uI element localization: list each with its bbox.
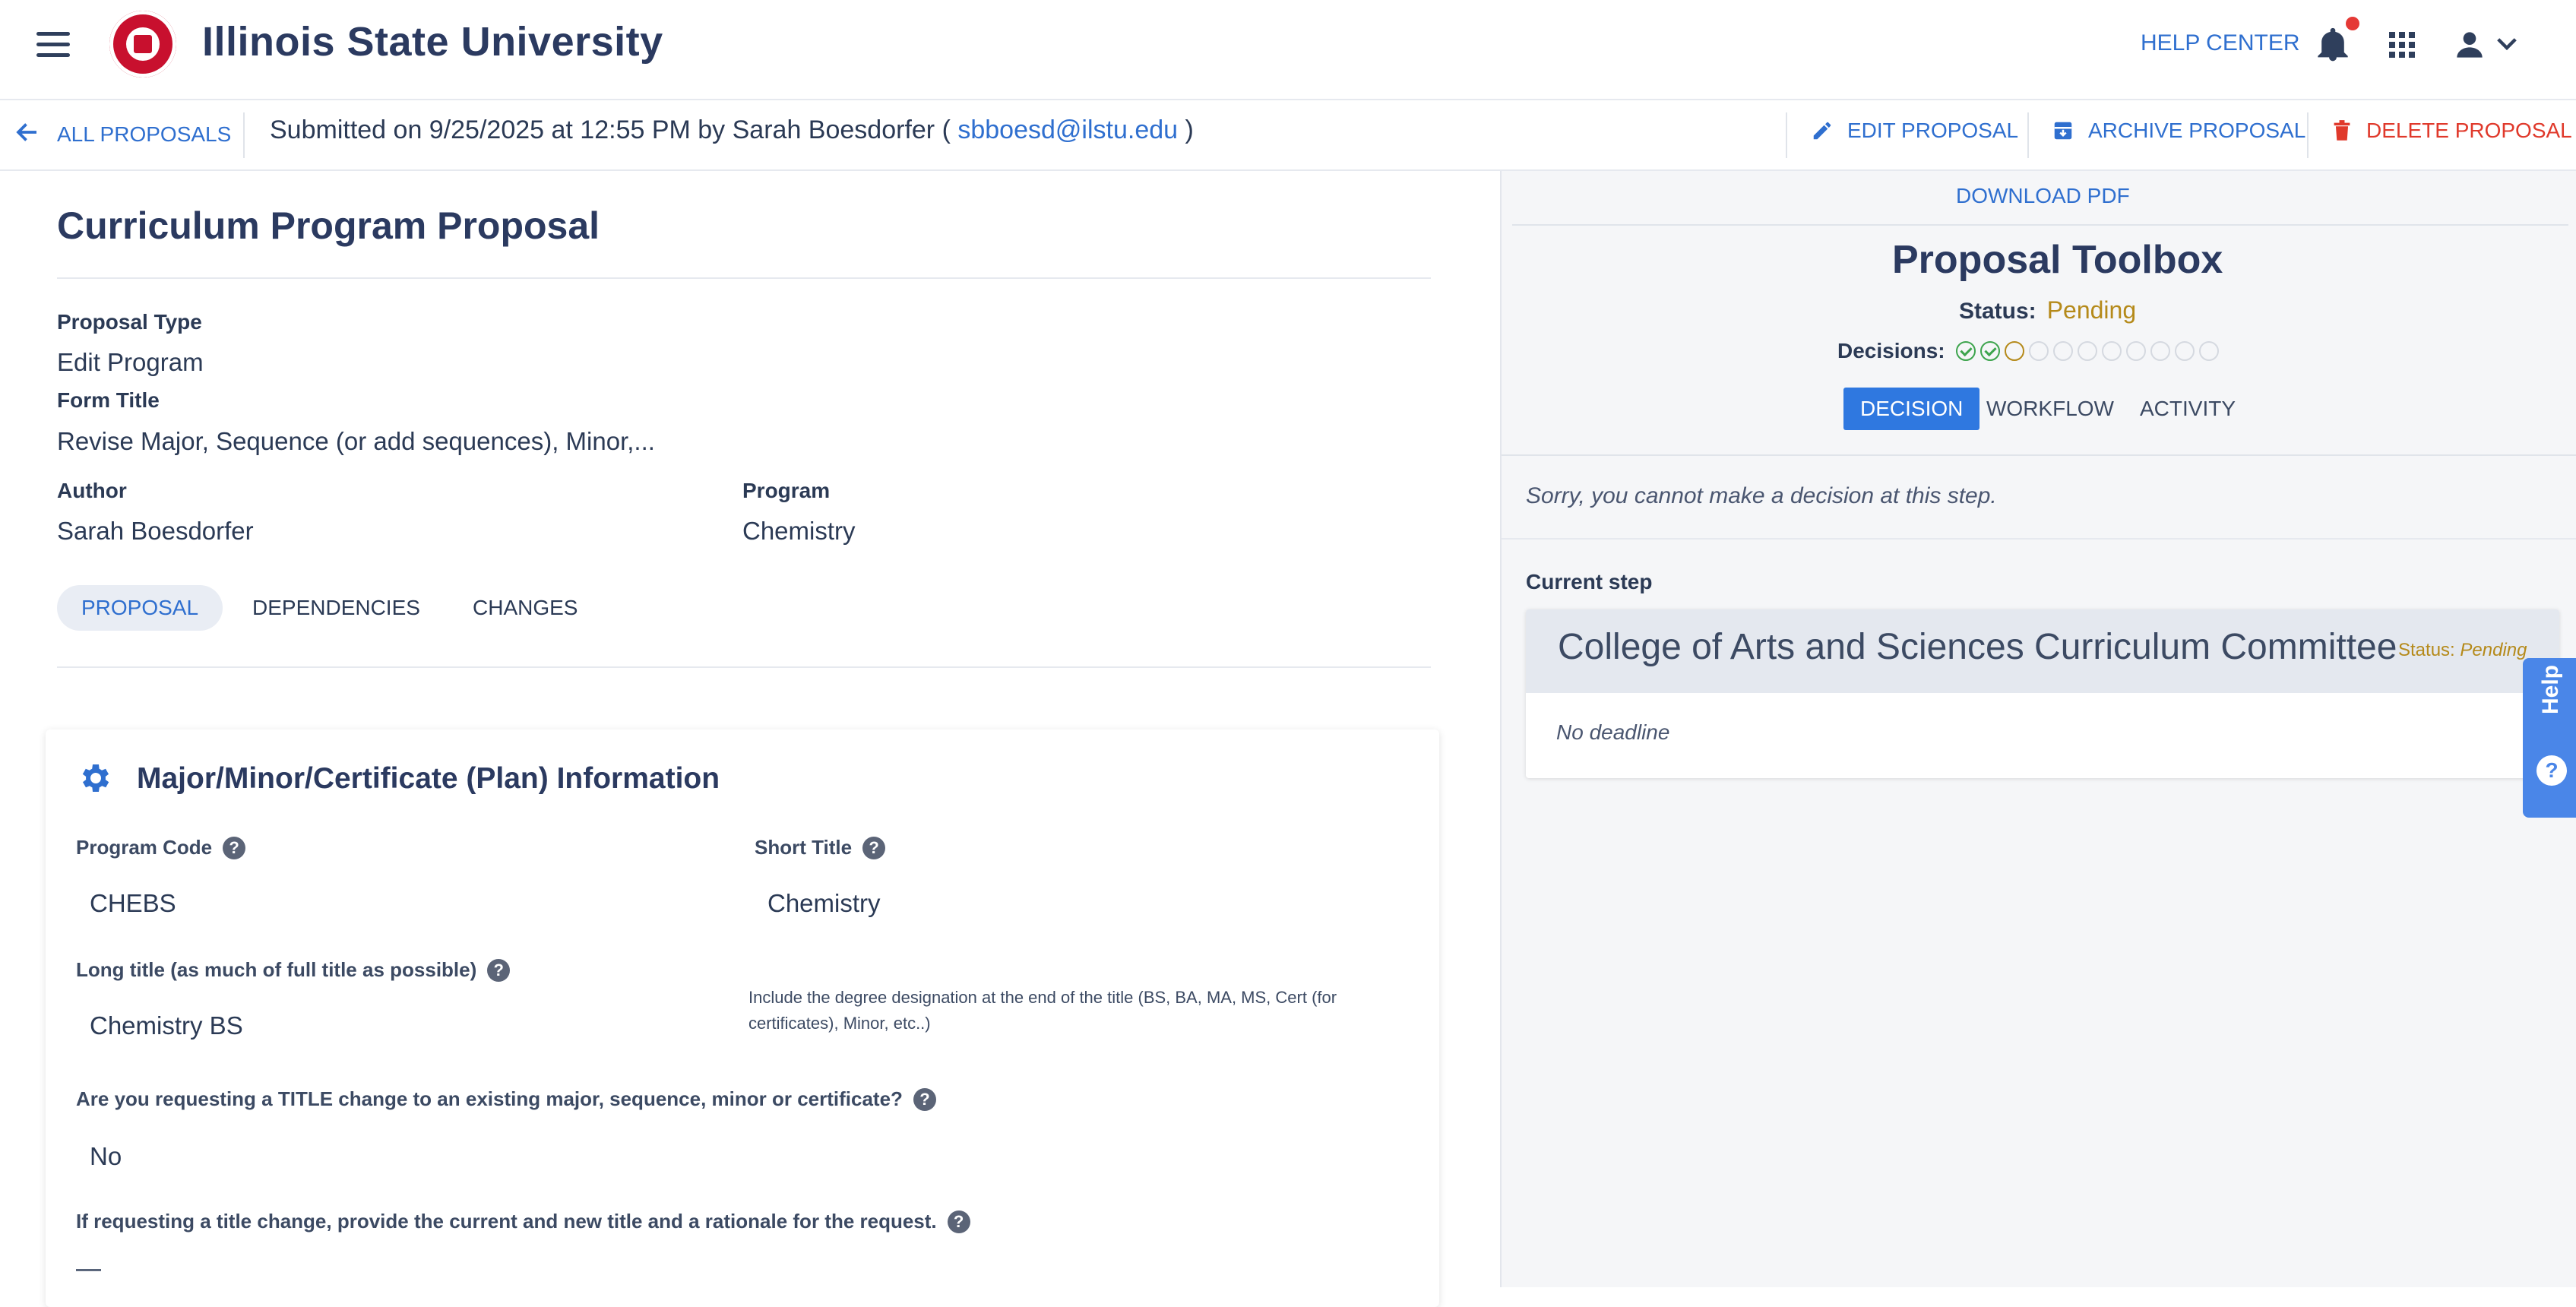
help-circle-icon[interactable]: ? bbox=[947, 1210, 970, 1233]
step-status-label: Status: bbox=[2398, 640, 2455, 660]
program-code-label-text: Program Code bbox=[76, 836, 213, 859]
divider bbox=[1512, 224, 2568, 226]
edit-proposal-button[interactable]: EDIT PROPOSAL bbox=[1811, 119, 2018, 143]
help-circle-icon[interactable]: ? bbox=[862, 836, 886, 859]
divider bbox=[57, 666, 1431, 668]
archive-icon bbox=[2054, 122, 2072, 140]
archive-proposal-label: ARCHIVE PROPOSAL bbox=[2088, 119, 2306, 142]
empty-circle-icon bbox=[2052, 341, 2073, 361]
status-label: Status: bbox=[1959, 299, 2036, 324]
program-value: Chemistry bbox=[742, 517, 856, 545]
short-title-value: Chemistry bbox=[767, 889, 881, 917]
help-circle-icon[interactable]: ? bbox=[223, 836, 246, 859]
long-title-label: Long title (as much of full title as pos… bbox=[76, 958, 511, 982]
program-label: Program bbox=[742, 479, 831, 502]
long-title-value: Chemistry BS bbox=[90, 1011, 243, 1040]
menu-icon[interactable] bbox=[36, 32, 70, 58]
decisions-row: Decisions: bbox=[1837, 339, 2219, 363]
long-title-label-text: Long title (as much of full title as pos… bbox=[76, 958, 477, 981]
delete-proposal-button[interactable]: DELETE PROPOSAL bbox=[2331, 119, 2572, 143]
help-circle-icon[interactable]: ? bbox=[487, 958, 511, 982]
author-label: Author bbox=[57, 479, 127, 502]
empty-circle-icon bbox=[2125, 341, 2146, 361]
divider bbox=[1786, 112, 1787, 158]
divider bbox=[57, 277, 1431, 279]
author-value: Sarah Boesdorfer bbox=[57, 517, 254, 545]
rationale-label: If requesting a title change, provide th… bbox=[76, 1210, 970, 1233]
title-change-label: Are you requesting a TITLE change to an … bbox=[76, 1087, 936, 1111]
empty-circle-icon bbox=[2198, 341, 2219, 361]
submitted-close: ) bbox=[1185, 116, 1194, 144]
short-title-label: Short Title ? bbox=[755, 836, 886, 859]
author-email-link[interactable]: sbboesd@ilstu.edu bbox=[957, 116, 1178, 144]
help-circle-icon[interactable]: ? bbox=[913, 1087, 936, 1111]
archive-proposal-button[interactable]: ARCHIVE PROPOSAL bbox=[2052, 119, 2305, 143]
decisions-label: Decisions: bbox=[1837, 339, 1945, 362]
page-title: Curriculum Program Proposal bbox=[57, 204, 600, 247]
rationale-value: — bbox=[76, 1254, 101, 1282]
decision-message: Sorry, you cannot make a decision at thi… bbox=[1526, 483, 1997, 508]
edit-proposal-label: EDIT PROPOSAL bbox=[1847, 119, 2019, 142]
arrow-left-icon[interactable] bbox=[14, 119, 41, 146]
empty-circle-icon bbox=[2150, 341, 2170, 361]
tab-workflow[interactable]: WORKFLOW bbox=[1970, 388, 2131, 430]
app-title[interactable]: Illinois State University bbox=[202, 18, 663, 65]
title-change-label-text: Are you requesting a TITLE change to an … bbox=[76, 1087, 903, 1110]
submitted-info: Submitted on 9/25/2025 at 12:55 PM by Sa… bbox=[270, 116, 1194, 145]
gear-icon bbox=[82, 764, 109, 792]
tab-dependencies[interactable]: DEPENDENCIES bbox=[228, 585, 445, 631]
university-seal-logo[interactable] bbox=[109, 11, 176, 78]
current-step-label: Current step bbox=[1526, 570, 1653, 593]
approved-check-icon bbox=[1979, 341, 2000, 361]
help-center-link[interactable]: HELP CENTER bbox=[2141, 30, 2300, 56]
apps-grid-icon[interactable] bbox=[2389, 32, 2415, 58]
decision-indicators bbox=[1955, 341, 2219, 361]
approved-check-icon bbox=[1955, 341, 1976, 361]
program-code-label: Program Code ? bbox=[76, 836, 246, 859]
step-status-value: Pending bbox=[2460, 640, 2527, 660]
proposal-type-label: Proposal Type bbox=[57, 310, 202, 334]
divider bbox=[1502, 454, 2576, 456]
rationale-label-text: If requesting a title change, provide th… bbox=[76, 1210, 937, 1233]
step-status: Status: Pending bbox=[2398, 640, 2527, 661]
divider bbox=[243, 112, 245, 158]
bell-icon[interactable] bbox=[2318, 27, 2348, 62]
empty-circle-icon bbox=[2077, 341, 2097, 361]
user-icon[interactable] bbox=[2454, 27, 2485, 62]
help-circle-icon: ? bbox=[2536, 755, 2567, 786]
pencil-icon bbox=[1813, 122, 1831, 140]
pending-circle-icon bbox=[2004, 341, 2024, 361]
deadline-text: No deadline bbox=[1556, 720, 1670, 744]
divider bbox=[1502, 538, 2576, 540]
notification-badge bbox=[2346, 17, 2359, 30]
tab-decision[interactable]: DECISION bbox=[1843, 388, 1980, 430]
title-change-value: No bbox=[90, 1142, 122, 1170]
empty-circle-icon bbox=[2028, 341, 2049, 361]
step-name: College of Arts and Sciences Curriculum … bbox=[1558, 627, 2397, 667]
proposal-type-value: Edit Program bbox=[57, 348, 204, 376]
program-code-value: CHEBS bbox=[90, 889, 176, 917]
long-title-hint: Include the degree designation at the en… bbox=[748, 988, 1337, 1033]
toolbox-title: Proposal Toolbox bbox=[1892, 238, 2223, 282]
all-proposals-link[interactable]: ALL PROPOSALS bbox=[57, 122, 231, 147]
tab-changes[interactable]: CHANGES bbox=[448, 585, 602, 631]
delete-proposal-label: DELETE PROPOSAL bbox=[2366, 119, 2572, 142]
tab-activity[interactable]: ACTIVITY bbox=[2123, 388, 2252, 430]
divider bbox=[2027, 112, 2029, 158]
short-title-label-text: Short Title bbox=[755, 836, 853, 859]
empty-circle-icon bbox=[2174, 341, 2195, 361]
help-widget-label: Help bbox=[2538, 664, 2563, 714]
status-value: Pending bbox=[2046, 296, 2137, 324]
trash-icon bbox=[2334, 120, 2350, 141]
form-title-value: Revise Major, Sequence (or add sequences… bbox=[57, 427, 655, 455]
form-title-label: Form Title bbox=[57, 388, 160, 412]
tab-proposal[interactable]: PROPOSAL bbox=[57, 585, 223, 631]
divider bbox=[2307, 112, 2309, 158]
submitted-text: Submitted on 9/25/2025 at 12:55 PM by Sa… bbox=[270, 116, 951, 144]
section-title: Major/Minor/Certificate (Plan) Informati… bbox=[137, 762, 720, 795]
chevron-down-icon[interactable] bbox=[2495, 35, 2518, 53]
download-pdf-link[interactable]: DOWNLOAD PDF bbox=[1956, 184, 2130, 208]
empty-circle-icon bbox=[2101, 341, 2122, 361]
status-line: Status: Pending bbox=[1959, 296, 2136, 324]
